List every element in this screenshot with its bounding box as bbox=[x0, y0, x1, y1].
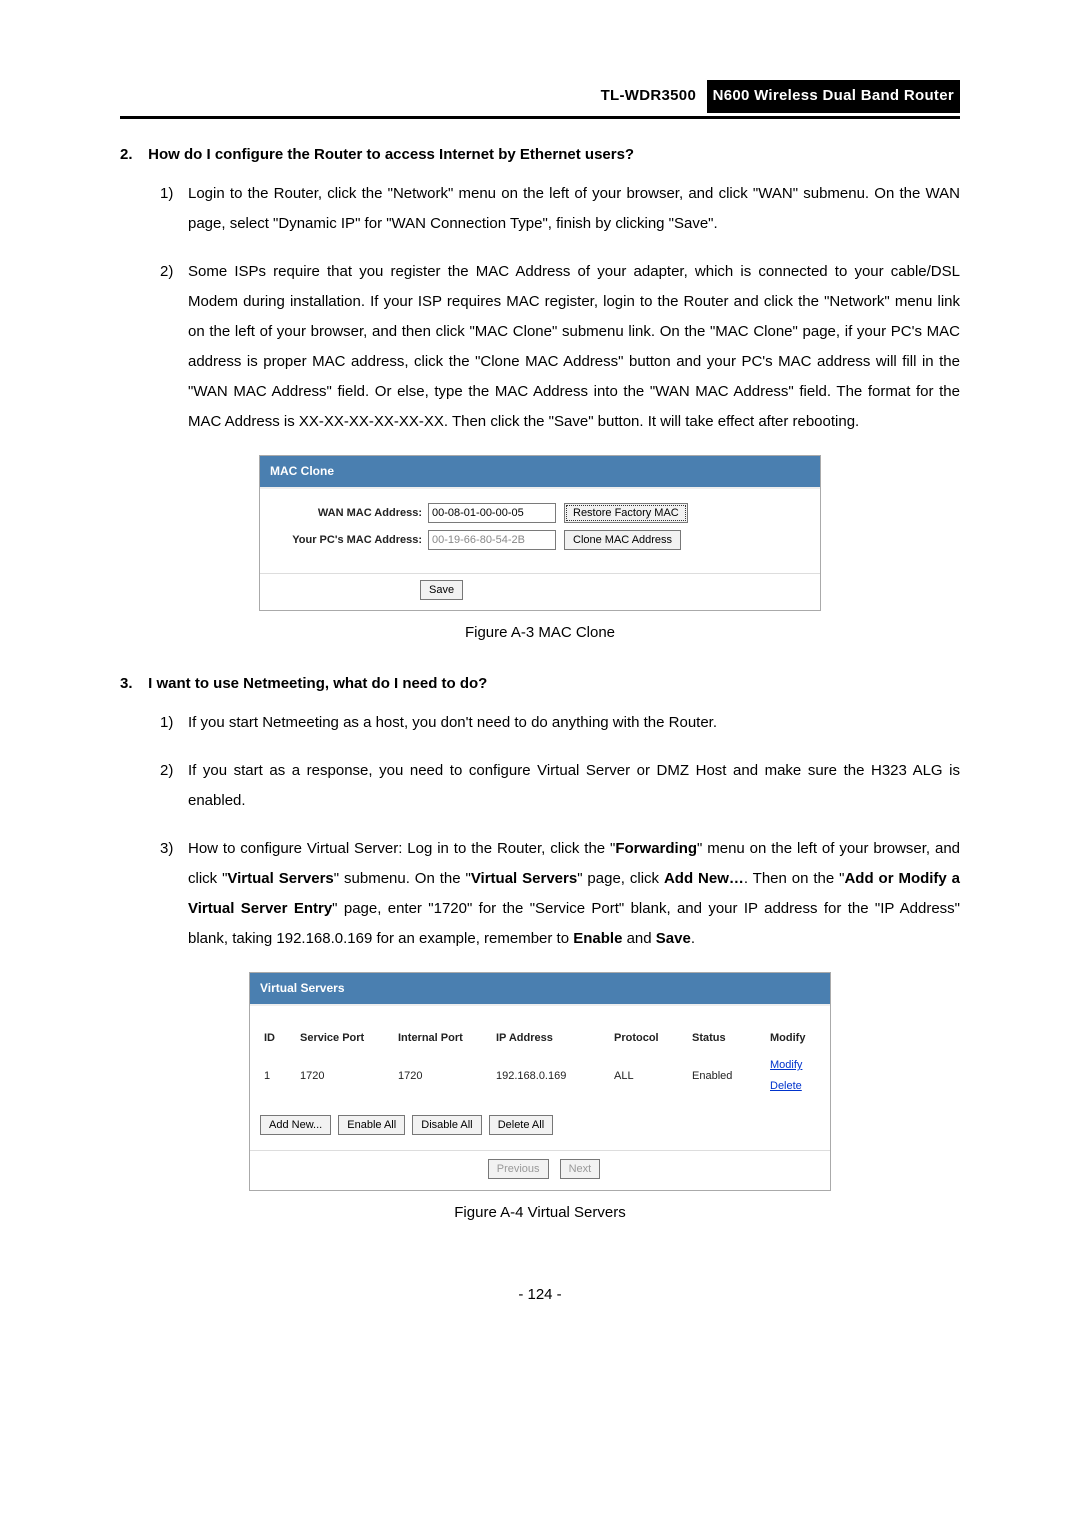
q3-i1-text: If you start Netmeeting as a host, you d… bbox=[188, 708, 960, 738]
q3-i2-text: If you start as a response, you need to … bbox=[188, 756, 960, 816]
vs-r1-delete-link[interactable]: Delete bbox=[770, 1080, 802, 1092]
q3-i1-num: 1) bbox=[160, 708, 188, 738]
vs-h-ip: IP Address bbox=[492, 1026, 610, 1051]
vs-r1-id: 1 bbox=[260, 1051, 296, 1099]
mac-clone-caption: Figure A-3 MAC Clone bbox=[120, 619, 960, 648]
question-2: 2. How do I configure the Router to acce… bbox=[120, 141, 960, 438]
vs-add-new-button[interactable]: Add New... bbox=[260, 1115, 331, 1135]
vs-r1-ip: 192.168.0.169 bbox=[492, 1051, 610, 1099]
vs-next-button: Next bbox=[560, 1159, 601, 1179]
q2-i1-num: 1) bbox=[160, 179, 188, 239]
header-model: TL-WDR3500 bbox=[601, 82, 703, 111]
vs-h-protocol: Protocol bbox=[610, 1026, 688, 1051]
vs-previous-button: Previous bbox=[488, 1159, 549, 1179]
q3-i2-num: 2) bbox=[160, 756, 188, 816]
vs-delete-all-button[interactable]: Delete All bbox=[489, 1115, 553, 1135]
clone-mac-address-button[interactable]: Clone MAC Address bbox=[564, 530, 681, 550]
q2-title: How do I configure the Router to access … bbox=[148, 146, 634, 163]
vs-row-1: 1 1720 1720 192.168.0.169 ALL Enabled Mo… bbox=[260, 1051, 820, 1099]
q3-num: 3. bbox=[120, 670, 144, 699]
vs-r1-internal-port: 1720 bbox=[394, 1051, 492, 1099]
q3-i3-num: 3) bbox=[160, 834, 188, 954]
q3-i3-text: How to configure Virtual Server: Log in … bbox=[188, 834, 960, 954]
q3-item-1: 1) If you start Netmeeting as a host, yo… bbox=[160, 708, 960, 738]
restore-factory-mac-button[interactable]: Restore Factory MAC bbox=[564, 503, 688, 523]
mac-clone-save-button[interactable]: Save bbox=[420, 580, 463, 600]
q2-i2-text: Some ISPs require that you register the … bbox=[188, 257, 960, 437]
pc-mac-label: Your PC's MAC Address: bbox=[272, 530, 428, 551]
page-number: - 124 - bbox=[120, 1281, 960, 1310]
vs-r1-modify-link[interactable]: Modify bbox=[770, 1059, 802, 1071]
vs-enable-all-button[interactable]: Enable All bbox=[338, 1115, 405, 1135]
mac-clone-title: MAC Clone bbox=[260, 456, 820, 489]
q2-item-2: 2) Some ISPs require that you register t… bbox=[160, 257, 960, 437]
virtual-servers-caption: Figure A-4 Virtual Servers bbox=[120, 1199, 960, 1228]
wan-mac-input[interactable] bbox=[428, 503, 556, 523]
vs-disable-all-button[interactable]: Disable All bbox=[412, 1115, 481, 1135]
vs-r1-status: Enabled bbox=[688, 1051, 766, 1099]
q2-i1-text: Login to the Router, click the "Network"… bbox=[188, 179, 960, 239]
page-header: TL-WDR3500 N600 Wireless Dual Band Route… bbox=[120, 80, 960, 119]
q2-item-1: 1) Login to the Router, click the "Netwo… bbox=[160, 179, 960, 239]
mac-clone-figure: MAC Clone WAN MAC Address: Restore Facto… bbox=[259, 455, 821, 611]
virtual-servers-title: Virtual Servers bbox=[250, 973, 830, 1006]
vs-header-row: ID Service Port Internal Port IP Address… bbox=[260, 1026, 820, 1051]
virtual-servers-figure: Virtual Servers ID Service Port Internal… bbox=[249, 972, 831, 1190]
question-3: 3. I want to use Netmeeting, what do I n… bbox=[120, 670, 960, 955]
wan-mac-label: WAN MAC Address: bbox=[272, 503, 428, 524]
header-router: N600 Wireless Dual Band Router bbox=[707, 80, 960, 113]
vs-h-id: ID bbox=[260, 1026, 296, 1051]
vs-h-service-port: Service Port bbox=[296, 1026, 394, 1051]
pc-mac-input bbox=[428, 530, 556, 550]
q2-i2-num: 2) bbox=[160, 257, 188, 437]
q2-num: 2. bbox=[120, 141, 144, 170]
virtual-servers-table: ID Service Port Internal Port IP Address… bbox=[260, 1026, 820, 1099]
q3-item-2: 2) If you start as a response, you need … bbox=[160, 756, 960, 816]
q3-item-3: 3) How to configure Virtual Server: Log … bbox=[160, 834, 960, 954]
vs-h-internal-port: Internal Port bbox=[394, 1026, 492, 1051]
vs-h-status: Status bbox=[688, 1026, 766, 1051]
vs-r1-service-port: 1720 bbox=[296, 1051, 394, 1099]
q3-title: I want to use Netmeeting, what do I need… bbox=[148, 675, 487, 692]
vs-h-modify: Modify bbox=[766, 1026, 820, 1051]
vs-r1-protocol: ALL bbox=[610, 1051, 688, 1099]
